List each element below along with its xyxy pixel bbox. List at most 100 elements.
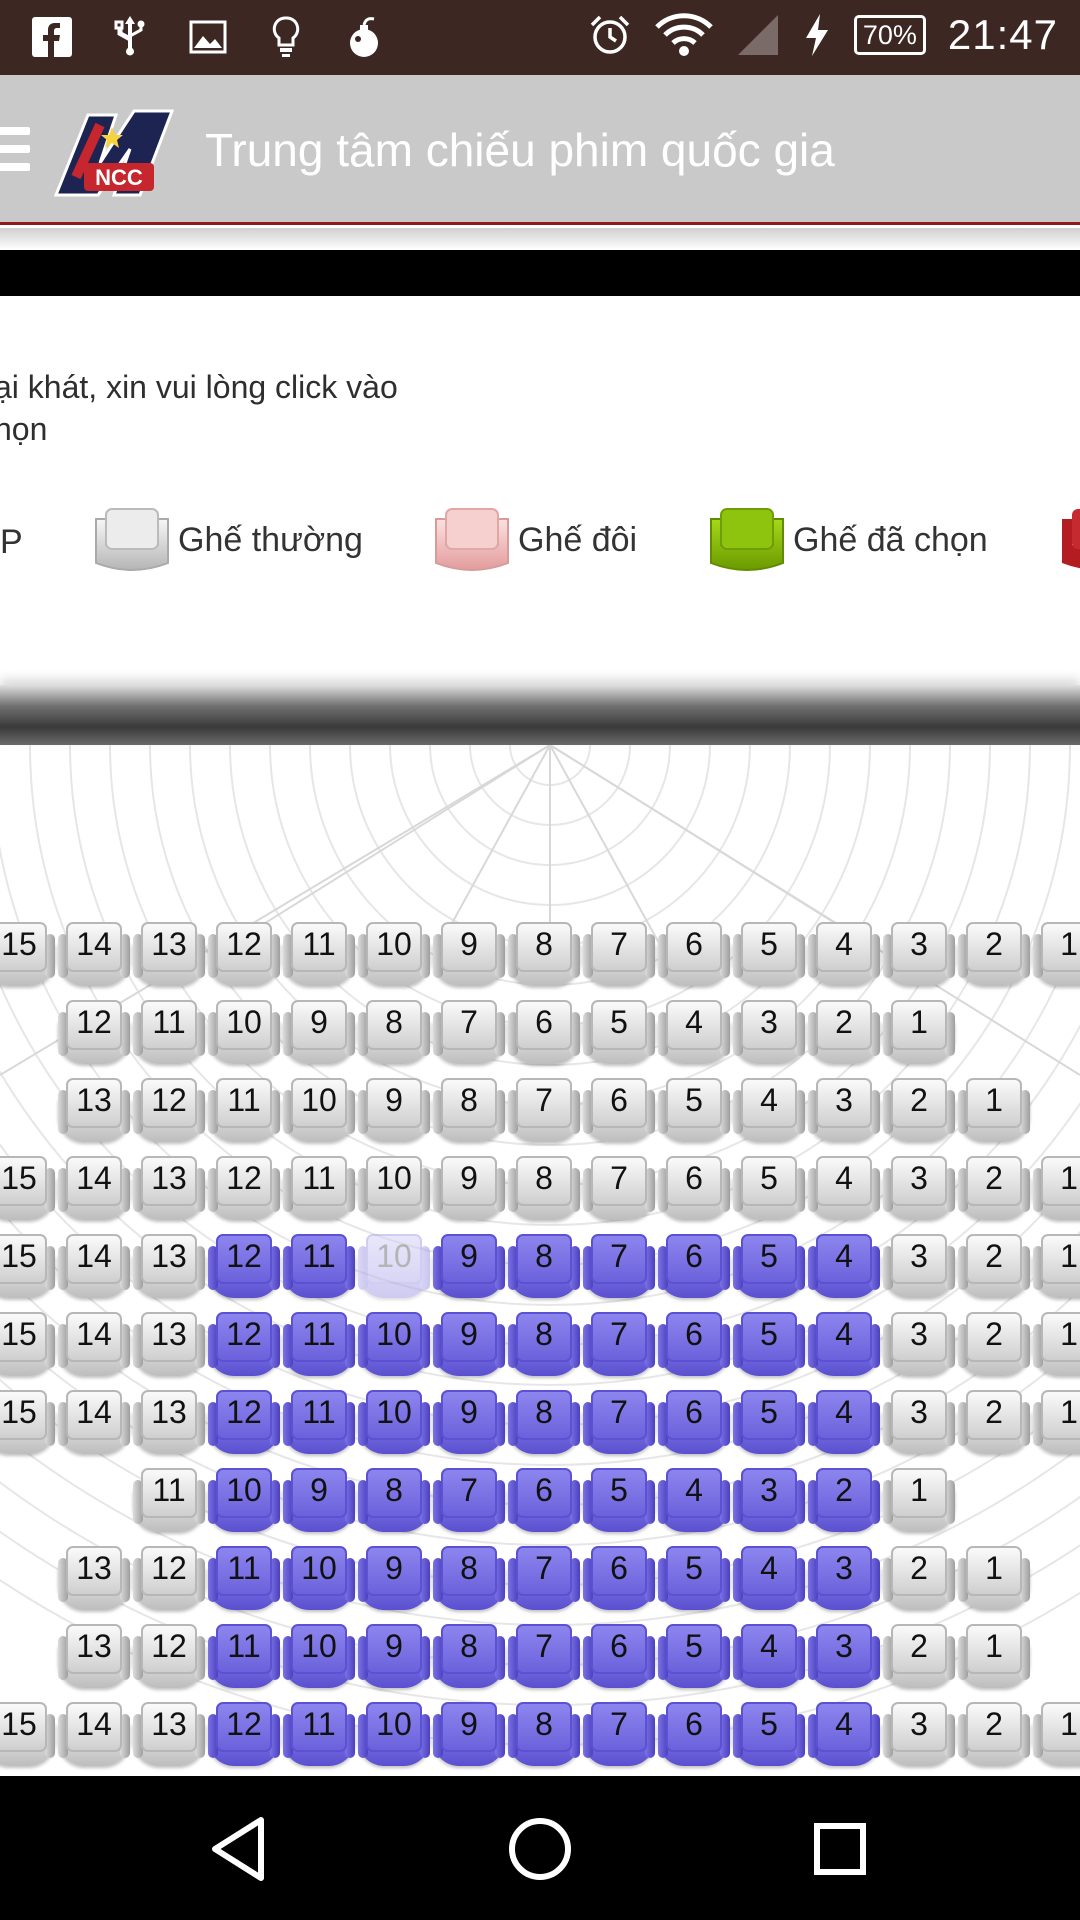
seat-row8-9[interactable]: 9: [283, 1466, 355, 1536]
seat-row6-7[interactable]: 7: [583, 1310, 655, 1380]
seat-row11-12[interactable]: 12: [208, 1700, 280, 1770]
seat-row5-9[interactable]: 9: [433, 1232, 505, 1302]
seat-row2-5[interactable]: 5: [583, 998, 655, 1068]
seat-row4-11[interactable]: 11: [283, 1154, 355, 1224]
seat-row4-14[interactable]: 14: [58, 1154, 130, 1224]
seat-row1-15[interactable]: 15: [0, 920, 55, 990]
seat-row11-3[interactable]: 3: [883, 1700, 955, 1770]
seat-row1-5[interactable]: 5: [733, 920, 805, 990]
seat-row3-5[interactable]: 5: [658, 1076, 730, 1146]
seat-row1-9[interactable]: 9: [433, 920, 505, 990]
seat-row10-7[interactable]: 7: [508, 1622, 580, 1692]
seat-row7-11[interactable]: 11: [283, 1388, 355, 1458]
seat-row1-13[interactable]: 13: [133, 920, 205, 990]
seat-row10-1[interactable]: 1: [958, 1622, 1030, 1692]
seat-row1-2[interactable]: 2: [958, 920, 1030, 990]
seat-row4-3[interactable]: 3: [883, 1154, 955, 1224]
seat-row10-6[interactable]: 6: [583, 1622, 655, 1692]
seat-row9-1[interactable]: 1: [958, 1544, 1030, 1614]
seat-row11-10[interactable]: 10: [358, 1700, 430, 1770]
seat-row7-15[interactable]: 15: [0, 1388, 55, 1458]
seat-row6-9[interactable]: 9: [433, 1310, 505, 1380]
seat-row8-6[interactable]: 6: [508, 1466, 580, 1536]
seat-row8-11[interactable]: 11: [133, 1466, 205, 1536]
seat-row3-10[interactable]: 10: [283, 1076, 355, 1146]
seat-row2-12[interactable]: 12: [58, 998, 130, 1068]
seat-row4-10[interactable]: 10: [358, 1154, 430, 1224]
seat-row1-4[interactable]: 4: [808, 920, 880, 990]
seat-row5-2[interactable]: 2: [958, 1232, 1030, 1302]
seat-row11-6[interactable]: 6: [658, 1700, 730, 1770]
seat-row10-12[interactable]: 12: [133, 1622, 205, 1692]
seat-row7-6[interactable]: 6: [658, 1388, 730, 1458]
seat-row3-13[interactable]: 13: [58, 1076, 130, 1146]
seat-row9-10[interactable]: 10: [283, 1544, 355, 1614]
seat-row9-5[interactable]: 5: [658, 1544, 730, 1614]
seat-row4-6[interactable]: 6: [658, 1154, 730, 1224]
seat-row1-14[interactable]: 14: [58, 920, 130, 990]
back-icon[interactable]: [205, 1814, 275, 1884]
seat-row9-2[interactable]: 2: [883, 1544, 955, 1614]
seat-row6-8[interactable]: 8: [508, 1310, 580, 1380]
seat-row10-13[interactable]: 13: [58, 1622, 130, 1692]
seat-row2-9[interactable]: 9: [283, 998, 355, 1068]
seat-row7-7[interactable]: 7: [583, 1388, 655, 1458]
seat-row4-7[interactable]: 7: [583, 1154, 655, 1224]
seat-row8-4[interactable]: 4: [658, 1466, 730, 1536]
seat-row1-12[interactable]: 12: [208, 920, 280, 990]
seat-row4-5[interactable]: 5: [733, 1154, 805, 1224]
seat-row7-12[interactable]: 12: [208, 1388, 280, 1458]
seat-row11-13[interactable]: 13: [133, 1700, 205, 1770]
seat-row6-14[interactable]: 14: [58, 1310, 130, 1380]
seat-row1-10[interactable]: 10: [358, 920, 430, 990]
seat-row9-3[interactable]: 3: [808, 1544, 880, 1614]
seat-row5-11[interactable]: 11: [283, 1232, 355, 1302]
seat-row3-8[interactable]: 8: [433, 1076, 505, 1146]
seat-row3-1[interactable]: 1: [958, 1076, 1030, 1146]
seat-row4-12[interactable]: 12: [208, 1154, 280, 1224]
seat-row3-12[interactable]: 12: [133, 1076, 205, 1146]
seat-row2-2[interactable]: 2: [808, 998, 880, 1068]
seat-row8-2[interactable]: 2: [808, 1466, 880, 1536]
recents-icon[interactable]: [805, 1814, 875, 1884]
seat-row9-12[interactable]: 12: [133, 1544, 205, 1614]
seat-row5-1[interactable]: 1: [1033, 1232, 1080, 1302]
seat-row5-15[interactable]: 15: [0, 1232, 55, 1302]
seat-row9-6[interactable]: 6: [583, 1544, 655, 1614]
seat-row8-1[interactable]: 1: [883, 1466, 955, 1536]
seat-row7-9[interactable]: 9: [433, 1388, 505, 1458]
seat-row10-11[interactable]: 11: [208, 1622, 280, 1692]
seat-row5-6[interactable]: 6: [658, 1232, 730, 1302]
seat-row3-9[interactable]: 9: [358, 1076, 430, 1146]
seat-row2-11[interactable]: 11: [133, 998, 205, 1068]
seat-row4-1[interactable]: 1: [1033, 1154, 1080, 1224]
seat-row8-5[interactable]: 5: [583, 1466, 655, 1536]
seat-row9-7[interactable]: 7: [508, 1544, 580, 1614]
seat-row7-8[interactable]: 8: [508, 1388, 580, 1458]
seat-row3-2[interactable]: 2: [883, 1076, 955, 1146]
seat-row6-4[interactable]: 4: [808, 1310, 880, 1380]
seat-row4-2[interactable]: 2: [958, 1154, 1030, 1224]
seat-row10-10[interactable]: 10: [283, 1622, 355, 1692]
seat-row7-13[interactable]: 13: [133, 1388, 205, 1458]
seat-row7-14[interactable]: 14: [58, 1388, 130, 1458]
seat-row9-4[interactable]: 4: [733, 1544, 805, 1614]
seat-row6-13[interactable]: 13: [133, 1310, 205, 1380]
seat-row8-10[interactable]: 10: [208, 1466, 280, 1536]
seat-row7-10[interactable]: 10: [358, 1388, 430, 1458]
seat-row11-1[interactable]: 1: [1033, 1700, 1080, 1770]
seat-row11-2[interactable]: 2: [958, 1700, 1030, 1770]
seat-row6-11[interactable]: 11: [283, 1310, 355, 1380]
seat-row6-3[interactable]: 3: [883, 1310, 955, 1380]
seat-row10-2[interactable]: 2: [883, 1622, 955, 1692]
seat-row5-4[interactable]: 4: [808, 1232, 880, 1302]
seat-row11-14[interactable]: 14: [58, 1700, 130, 1770]
seat-row11-15[interactable]: 15: [0, 1700, 55, 1770]
seat-row1-11[interactable]: 11: [283, 920, 355, 990]
seat-row7-4[interactable]: 4: [808, 1388, 880, 1458]
seat-row7-5[interactable]: 5: [733, 1388, 805, 1458]
seat-row2-1[interactable]: 1: [883, 998, 955, 1068]
seat-row8-8[interactable]: 8: [358, 1466, 430, 1536]
seat-row9-11[interactable]: 11: [208, 1544, 280, 1614]
seat-row8-3[interactable]: 3: [733, 1466, 805, 1536]
